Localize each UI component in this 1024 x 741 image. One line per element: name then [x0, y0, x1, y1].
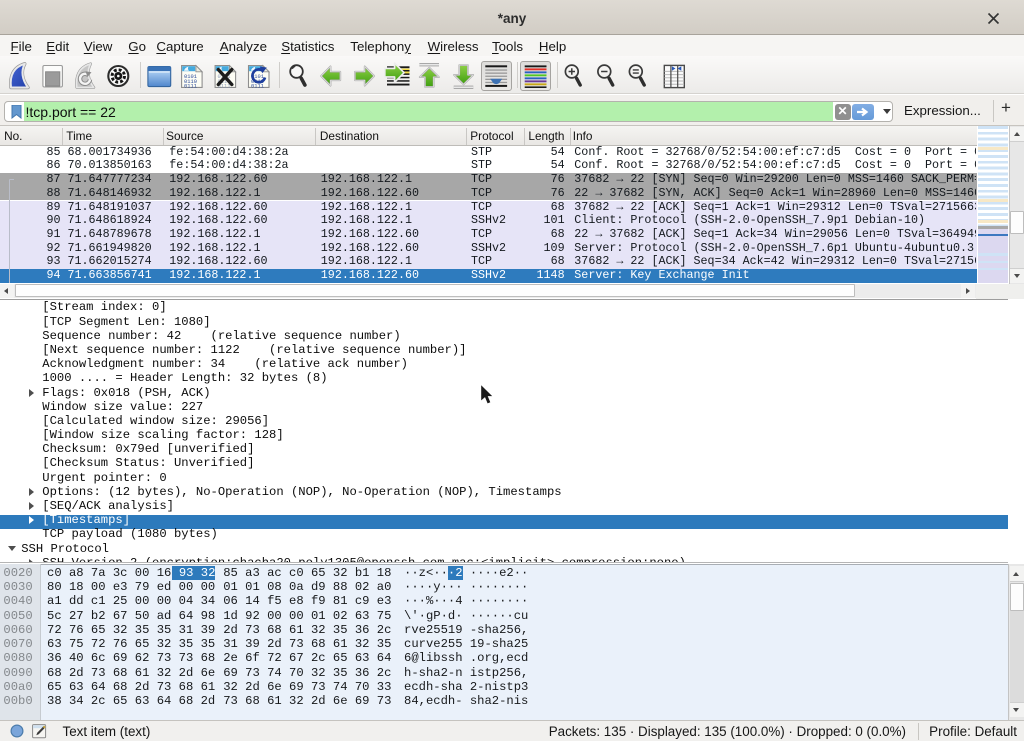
svg-text:0111: 0111 [184, 84, 197, 90]
svg-text:0111: 0111 [251, 84, 264, 90]
